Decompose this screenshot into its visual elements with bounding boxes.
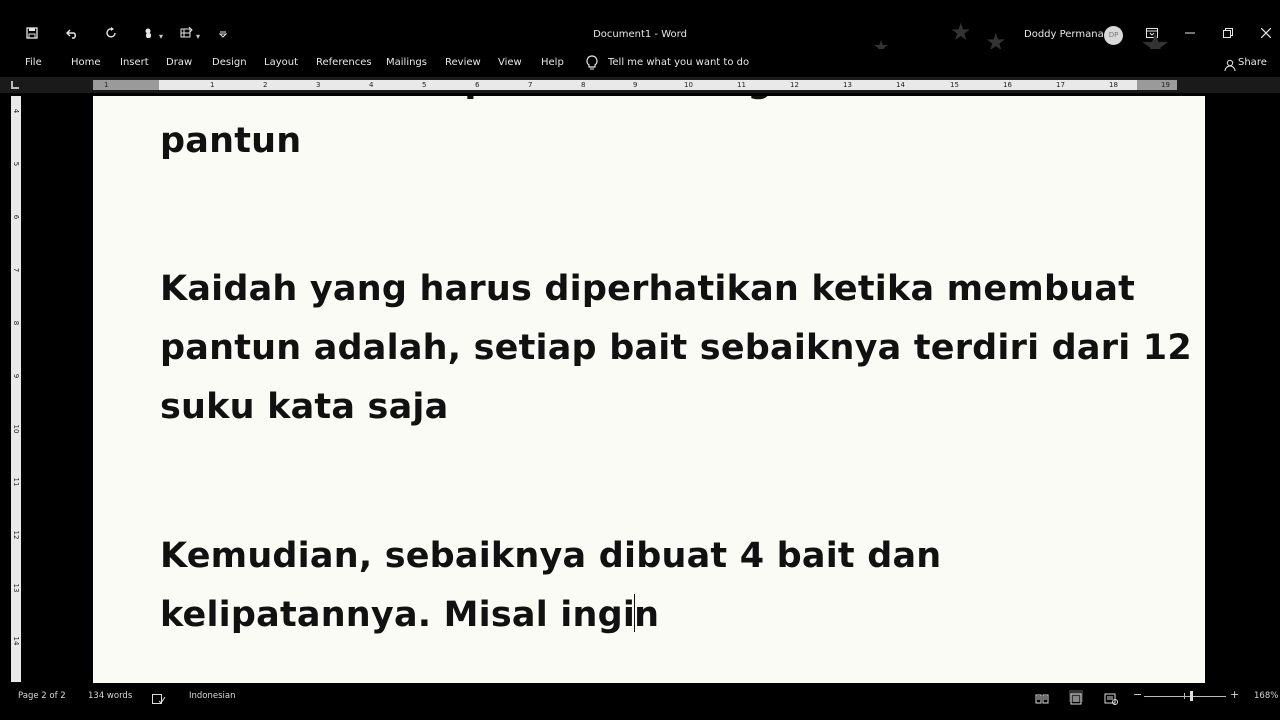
ruler-number: 11: [12, 477, 20, 487]
web-layout-icon[interactable]: [1104, 690, 1118, 705]
ruler-number: 3: [316, 81, 321, 89]
touch-mode-caret-icon[interactable]: ▾: [159, 27, 163, 47]
ruler-number: 13: [12, 583, 20, 593]
star-decoration-icon: ★: [950, 18, 972, 46]
ruler-number: 17: [1056, 81, 1065, 89]
ruler-number: 12: [12, 530, 20, 540]
lightbulb-icon: [585, 55, 599, 71]
tab-draw[interactable]: Draw: [166, 57, 192, 68]
redo-icon[interactable]: [100, 26, 122, 46]
tab-layout[interactable]: Layout: [264, 57, 298, 68]
ruler-number: 9: [633, 81, 638, 89]
ruler-number: 13: [843, 81, 852, 89]
tell-me-search[interactable]: Tell me what you want to do: [608, 57, 749, 68]
save-icon[interactable]: [21, 26, 43, 46]
ruler-number: 4: [369, 81, 374, 89]
ruler-number: 15: [950, 81, 959, 89]
ruler-number: 1: [210, 81, 215, 89]
zoom-slider-center-mark: [1184, 693, 1185, 699]
zoom-in-button[interactable]: +: [1230, 688, 1239, 701]
ruler-number: 12: [790, 81, 799, 89]
document-line-text: kelipatannya. Misal ingi: [160, 595, 636, 635]
print-layout-icon[interactable]: [1069, 690, 1083, 705]
document-line-text-after-cursor: n: [634, 595, 660, 635]
close-icon[interactable]: [1254, 25, 1278, 45]
minimize-icon[interactable]: [1178, 25, 1202, 45]
ruler-number: 2: [263, 81, 268, 89]
page-count[interactable]: Page 2 of 2: [18, 691, 66, 701]
tab-view[interactable]: View: [498, 57, 522, 68]
ruler-number: 16: [1003, 81, 1012, 89]
read-mode-icon[interactable]: [1035, 690, 1049, 704]
ruler-number: 10: [12, 424, 20, 434]
document-title: Document1 - Word: [593, 29, 687, 40]
document-line: pantun: [160, 121, 302, 161]
ruler-number: 6: [475, 81, 480, 89]
ruler-left-margin: [93, 80, 159, 90]
tab-review[interactable]: Review: [445, 57, 481, 68]
ruler-number: 7: [12, 267, 20, 273]
avatar[interactable]: DP: [1104, 26, 1123, 45]
document-line: Kaidah yang harus diperhatikan ketika me…: [160, 269, 1136, 309]
ruler-number: 8: [12, 320, 20, 326]
title-bar: ▾ ▾ Document1 - Word Doddy Permana DP: [0, 22, 1280, 49]
touch-mode-icon[interactable]: [138, 26, 160, 46]
zoom-slider-track[interactable]: [1144, 696, 1226, 697]
ruler-number: 1: [104, 81, 109, 89]
draw-table-caret-icon[interactable]: ▾: [196, 27, 200, 47]
undo-icon[interactable]: [61, 26, 83, 46]
ruler-number: 6: [12, 214, 20, 220]
restore-icon[interactable]: [1216, 25, 1240, 45]
tab-design[interactable]: Design: [212, 57, 247, 68]
ruler-number: 4: [12, 108, 20, 114]
tab-help[interactable]: Help: [541, 57, 564, 68]
tab-insert[interactable]: Insert: [120, 57, 149, 68]
language[interactable]: Indonesian: [189, 691, 236, 701]
clipped-text-line: Berikut contoh pantun tentang kata-kata: [160, 96, 974, 111]
zoom-level[interactable]: 168%: [1254, 691, 1278, 701]
document-line-with-cursor: kelipatannya. Misal ingin: [160, 586, 659, 645]
proofing-icon[interactable]: [152, 690, 166, 704]
top-black-strip: [0, 0, 1280, 22]
ribbon-tabs: File Home Insert Draw Design Layout Refe…: [0, 49, 1280, 77]
vertical-ruler[interactable]: 4 5 6 7 8 9 10 11 12 13 14: [11, 96, 21, 682]
customize-toolbar-icon[interactable]: [212, 26, 234, 46]
tab-home[interactable]: Home: [71, 57, 101, 68]
document-line: pantun adalah, setiap bait sebaiknya ter…: [160, 328, 1192, 368]
ruler-number: 14: [12, 636, 20, 646]
tab-selector[interactable]: [11, 81, 19, 89]
share-button[interactable]: Share: [1238, 57, 1267, 68]
status-bar: Page 2 of 2 134 words Indonesian − + 168…: [0, 686, 1280, 706]
tab-file[interactable]: File: [25, 57, 42, 68]
word-count[interactable]: 134 words: [88, 691, 132, 701]
ruler-number: 7: [528, 81, 533, 89]
ruler-number: 9: [12, 373, 20, 379]
share-icon[interactable]: [1224, 56, 1236, 72]
ruler-number: 19: [1161, 81, 1170, 89]
ruler-number: 8: [581, 81, 586, 89]
document-page[interactable]: Berikut contoh pantun tentang kata-kata …: [93, 96, 1205, 683]
draw-table-icon[interactable]: [175, 26, 197, 46]
tab-mailings[interactable]: Mailings: [386, 57, 427, 68]
ruler-number: 11: [737, 81, 746, 89]
bottom-black-strip: [0, 706, 1280, 720]
document-line: Kemudian, sebaiknya dibuat 4 bait dan: [160, 536, 942, 576]
user-name[interactable]: Doddy Permana: [1024, 29, 1104, 40]
zoom-slider-thumb[interactable]: [1190, 691, 1193, 701]
tab-references[interactable]: References: [316, 57, 372, 68]
ruler-number: 10: [684, 81, 693, 89]
horizontal-ruler[interactable]: 1 1 2 3 4 5 6 7 8 9 10 11 12 13 14 15 16…: [93, 80, 1177, 90]
zoom-out-button[interactable]: −: [1133, 688, 1142, 701]
ruler-number: 5: [12, 161, 20, 167]
ruler-right-margin: [1137, 80, 1177, 90]
ruler-number: 18: [1109, 81, 1118, 89]
ruler-number: 5: [422, 81, 427, 89]
document-line: suku kata saja: [160, 387, 449, 427]
ruler-number: 14: [896, 81, 905, 89]
